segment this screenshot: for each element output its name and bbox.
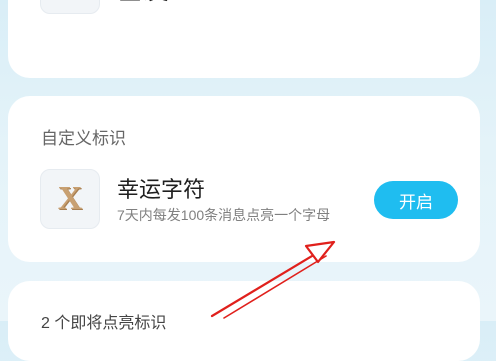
annotation-arrow [210,240,336,319]
